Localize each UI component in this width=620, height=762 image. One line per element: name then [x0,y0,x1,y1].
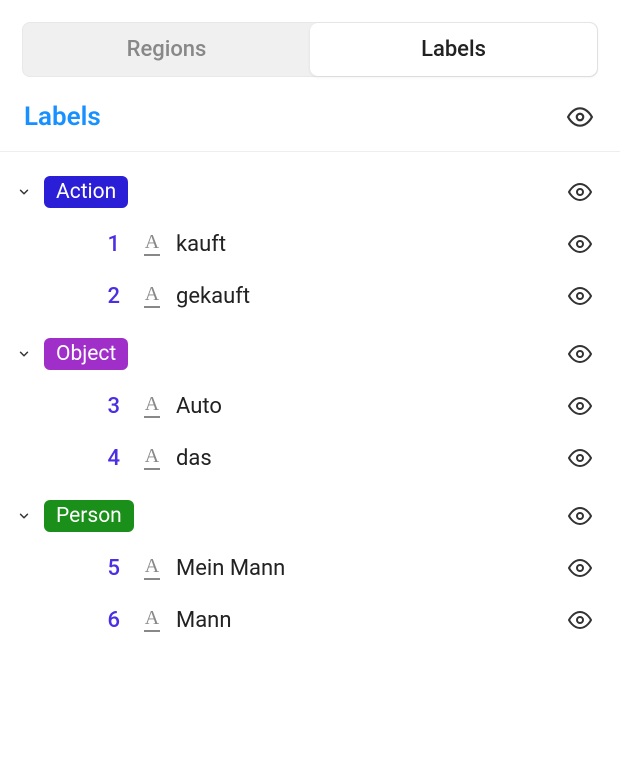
visibility-icon[interactable] [564,390,596,422]
item-text: kauft [176,232,226,257]
visibility-icon[interactable] [564,228,596,260]
text-annotation-icon: A [142,284,162,308]
text-annotation-icon: A [142,446,162,470]
visibility-icon[interactable] [564,280,596,312]
group-row-object[interactable]: Object [0,328,620,380]
visibility-icon[interactable] [564,500,596,532]
item-text: Mein Mann [176,556,285,581]
item-text: Mann [176,608,231,633]
text-annotation-icon: A [142,394,162,418]
group-row-person[interactable]: Person [0,490,620,542]
section-title: Labels [24,102,101,132]
group-badge-object: Object [44,338,128,370]
item-index: 2 [90,284,120,309]
tab-bar: Regions Labels [22,22,598,77]
item-index: 6 [90,608,120,633]
tab-labels[interactable]: Labels [310,23,597,76]
list-item[interactable]: 5 A Mein Mann [0,542,620,594]
item-text: das [176,446,212,471]
item-text: gekauft [176,284,250,309]
text-annotation-icon: A [142,232,162,256]
list-item[interactable]: 1 A kauft [0,218,620,270]
list-item[interactable]: 4 A das [0,432,620,484]
list-item[interactable]: 6 A Mann [0,594,620,646]
label-list: Action 1 A kauft 2 A gekauft Object [0,152,620,654]
visibility-all-icon[interactable] [564,101,596,133]
list-item[interactable]: 3 A Auto [0,380,620,432]
visibility-icon[interactable] [564,176,596,208]
item-text: Auto [176,394,222,419]
group-badge-person: Person [44,500,134,532]
item-index: 3 [90,394,120,419]
visibility-icon[interactable] [564,442,596,474]
list-item[interactable]: 2 A gekauft [0,270,620,322]
tab-regions[interactable]: Regions [23,23,310,76]
section-header: Labels [0,77,620,151]
visibility-icon[interactable] [564,338,596,370]
text-annotation-icon: A [142,608,162,632]
chevron-down-icon[interactable] [10,502,38,530]
group-badge-action: Action [44,176,128,208]
text-annotation-icon: A [142,556,162,580]
visibility-icon[interactable] [564,552,596,584]
visibility-icon[interactable] [564,604,596,636]
item-index: 1 [90,232,120,257]
chevron-down-icon[interactable] [10,178,38,206]
item-index: 5 [90,556,120,581]
chevron-down-icon[interactable] [10,340,38,368]
group-row-action[interactable]: Action [0,166,620,218]
item-index: 4 [90,446,120,471]
